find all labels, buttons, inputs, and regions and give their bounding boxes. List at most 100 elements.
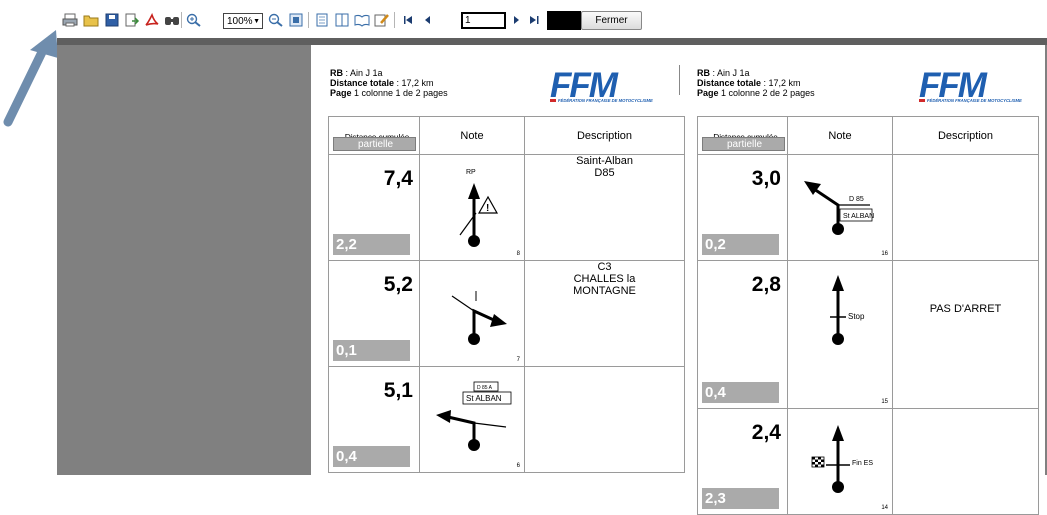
open-folder-icon[interactable] [82, 11, 100, 29]
previous-page-icon[interactable] [419, 11, 437, 29]
cumulative-distance: 7,4 [383, 167, 413, 190]
note-header: Note [419, 116, 525, 155]
table-row: 3,0 0,2 D 85 St ALBAN 16 [697, 154, 1039, 261]
edit-icon[interactable] [373, 11, 391, 29]
full-page-icon[interactable] [287, 11, 305, 29]
note-number: 7 [516, 357, 520, 363]
description-header: Description [524, 116, 685, 155]
toolbar-separator [308, 12, 309, 28]
description-text: C3 CHALLES la MONTAGNE [573, 261, 636, 297]
cumulative-distance: 5,2 [383, 273, 413, 296]
chevron-down-icon: ▼ [253, 18, 260, 25]
single-page-icon[interactable] [313, 11, 331, 29]
viewer-top-strip [57, 38, 1047, 45]
cumulative-distance: 2,4 [751, 421, 781, 444]
note-cell: RP ! 8 [419, 154, 525, 261]
rb-value: : Ain J 1a [343, 68, 383, 78]
close-button[interactable]: Fermer [581, 11, 642, 30]
partial-distance: 0,2 [702, 234, 779, 255]
find-icon[interactable] [163, 11, 181, 29]
note-number: 6 [516, 463, 520, 469]
distance-value: : 17,2 km [394, 78, 434, 88]
ffm-logo: FFM FÉDÉRATION FRANÇAISE DE MOTOCYCLISME [550, 66, 653, 105]
note-label: Stop [848, 312, 865, 321]
next-page-icon[interactable] [507, 11, 525, 29]
note-label: D 85 [849, 196, 864, 203]
partial-distance: 2,3 [702, 488, 779, 509]
partial-distance: 0,4 [702, 382, 779, 403]
distance-cell: 7,4 2,2 [328, 154, 420, 261]
last-page-icon[interactable] [525, 11, 543, 29]
distance-cell: 2,8 0,4 [697, 260, 788, 409]
note-label: RP [466, 169, 476, 176]
description-cell: PAS D'ARRET [892, 260, 1039, 409]
left-turn-diagram: D 85 St ALBAN [804, 181, 874, 235]
description-cell [892, 154, 1039, 261]
table-header-row: Distance cumulée partielle Note Descript… [328, 116, 685, 155]
description-cell: C3 CHALLES la MONTAGNE [524, 260, 685, 367]
partial-distance: 2,2 [333, 234, 410, 255]
checkered-flag-icon [811, 456, 825, 468]
distance-header: Distance cumulée partielle [328, 116, 420, 155]
pdf-icon[interactable] [143, 11, 161, 29]
cumulative-distance: 2,8 [751, 273, 781, 296]
logo-caption: FÉDÉRATION FRANÇAISE DE MOTOCYCLISME [927, 98, 1022, 103]
description-cell [524, 366, 685, 473]
note-cell: Stop 15 [787, 260, 893, 409]
report-page: RB : Ain J 1a Distance totale : 17,2 km … [311, 45, 1045, 515]
book-view-icon[interactable] [353, 11, 371, 29]
table-row: 7,4 2,2 RP ! 8 Saint-Alban D85 [328, 154, 685, 261]
distance-label: Distance totale [330, 78, 395, 88]
stop-straight-diagram: Stop [830, 275, 865, 345]
note-label: Fin ES [852, 460, 873, 467]
zoom-value: 100% [227, 16, 253, 27]
page-header-1: RB : Ain J 1a Distance totale : 17,2 km … [330, 68, 448, 98]
left-turn-diagram: D 85 A St ALBAN [436, 381, 512, 451]
zoom-out-icon[interactable] [267, 11, 285, 29]
note-cell: D 85 A St ALBAN 6 [419, 366, 525, 473]
note-number: 16 [881, 251, 888, 257]
note-label-2: St ALBAN [843, 213, 874, 220]
description-cell: Saint-Alban D85 [524, 154, 685, 261]
cumulative-distance: 3,0 [751, 167, 781, 190]
page-number-value: 1 [465, 15, 471, 26]
toolbar: 100% ▼ 1 Fermer [57, 6, 1047, 38]
page-label: Page [330, 88, 352, 98]
page-value: 1 colonne 1 de 2 pages [351, 88, 448, 98]
note-number: 8 [516, 251, 520, 257]
rb-label: RB [697, 68, 710, 78]
table-row: 2,4 2,3 Fin ES 14 [697, 408, 1039, 515]
distance-cell: 3,0 0,2 [697, 154, 788, 261]
distance-label: Distance totale [697, 78, 762, 88]
partial-distance: 0,4 [333, 446, 410, 467]
multi-page-icon[interactable] [333, 11, 351, 29]
distance-cell: 5,2 0,1 [328, 260, 420, 367]
finish-diagram: Fin ES [811, 425, 873, 493]
save-icon[interactable] [103, 11, 121, 29]
table-header-row: Distance cumulée partielle Note Descript… [697, 116, 1039, 155]
description-header: Description [892, 116, 1039, 155]
page-value: 1 colonne 2 de 2 pages [718, 88, 815, 98]
zoom-in-icon[interactable] [185, 11, 203, 29]
note-cell: Fin ES 14 [787, 408, 893, 515]
zoom-select[interactable]: 100% ▼ [223, 13, 263, 29]
distance-header: Distance cumulée partielle [697, 116, 788, 155]
note-label-top: D 85 A [477, 385, 493, 391]
note-number: 15 [881, 399, 888, 405]
export-icon[interactable] [123, 11, 141, 29]
svg-text:!: ! [486, 203, 489, 214]
page-number-input[interactable]: 1 [461, 12, 506, 29]
description-cell [892, 408, 1039, 515]
note-cell: D 85 St ALBAN 16 [787, 154, 893, 261]
table-row: 2,8 0,4 Stop 15 PAS D'ARRET [697, 260, 1039, 409]
print-icon[interactable] [61, 11, 79, 29]
column-divider [679, 65, 680, 95]
roadbook-table-1: Distance cumulée partielle Note Descript… [328, 116, 685, 473]
table-row: 5,1 0,4 D 85 A St ALBAN 6 [328, 366, 685, 473]
partial-label: partielle [702, 137, 785, 151]
page-label: Page [697, 88, 719, 98]
document-viewer[interactable]: RB : Ain J 1a Distance totale : 17,2 km … [57, 38, 1047, 515]
page-count-box [547, 11, 581, 30]
table-row: 5,2 0,1 7 C3 CHALLES la MONTAGNE [328, 260, 685, 367]
first-page-icon[interactable] [399, 11, 417, 29]
